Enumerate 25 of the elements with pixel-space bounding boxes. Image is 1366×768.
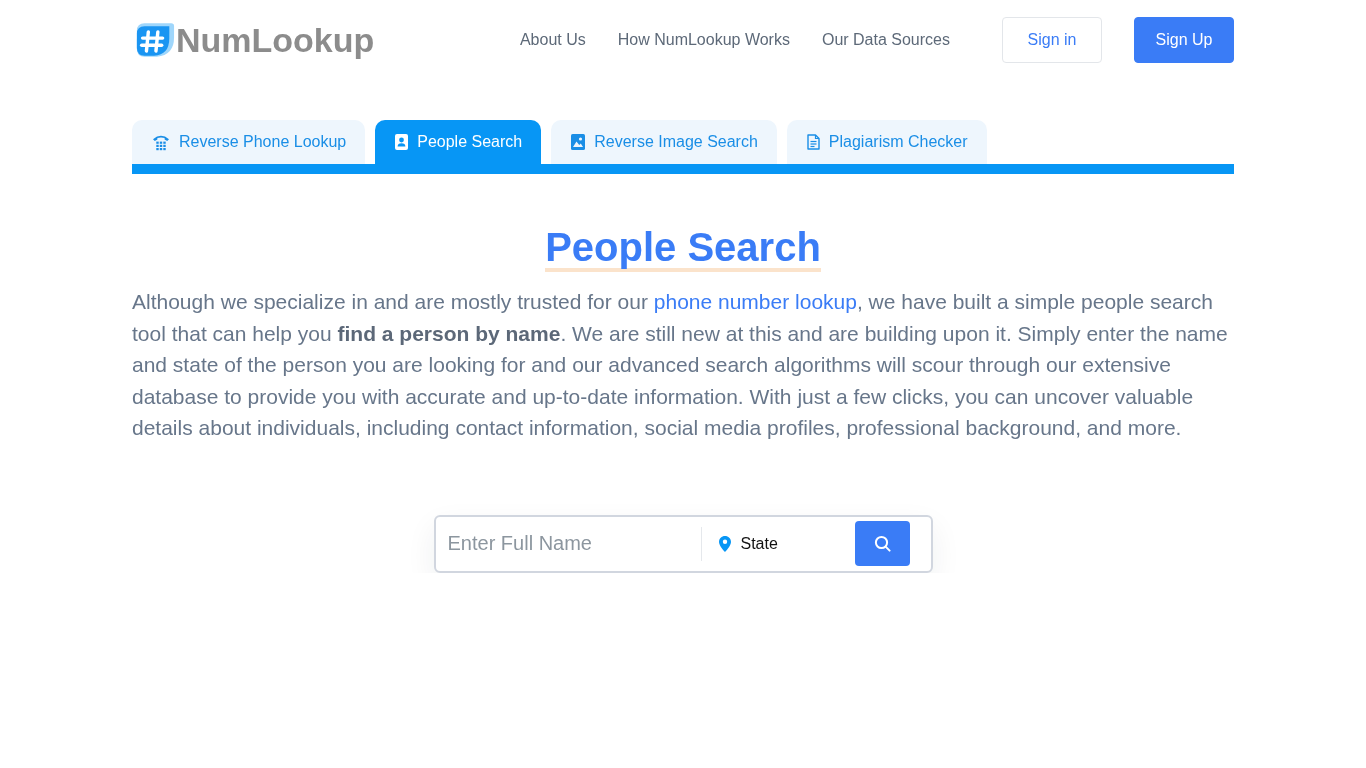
search-tab[interactable]: People Search — [375, 120, 542, 164]
page-heading: People Search — [545, 226, 821, 272]
name-input-field[interactable]: Enter Full Name — [435, 521, 701, 566]
state-select[interactable]: State — [730, 521, 855, 566]
search-tab[interactable]: Reverse Phone Lookup — [132, 120, 366, 164]
nav-link[interactable]: How NumLookup Works — [617, 28, 790, 52]
logo-text: NumLookup — [176, 23, 375, 57]
search-button[interactable] — [854, 521, 910, 567]
location-pin-icon — [718, 535, 731, 552]
search-icon — [873, 535, 891, 553]
image-icon — [571, 134, 586, 150]
sign-up-button[interactable]: Sign Up — [1134, 17, 1234, 63]
sign-in-button[interactable]: Sign in — [1002, 17, 1102, 63]
search-tab[interactable]: Plagiarism Checker — [786, 120, 987, 164]
document-icon — [806, 134, 820, 150]
phone-lookup-link[interactable]: phone number lookup — [653, 290, 857, 313]
intro-paragraph: Although we specialize in and are mostly trusted for our phone number lookup, we have built a simple people search tool that can help you find a person by name. We are still new at this and are building upon it. Simply enter the name and state of the person you are looking for and our advanced search algorithms will scour through our extensive database to provide you with accurate and up-to-date information. With just a few clicks, you can uncover valuable details about individuals, including contact information, social media profiles, professional background, and more. — [132, 289, 1229, 442]
hash-logo-icon — [135, 21, 175, 59]
logo-link[interactable]: NumLookup — [135, 21, 375, 59]
nav-link[interactable]: Our Data Sources — [821, 28, 950, 52]
search-form[interactable]: Enter Full Name State — [433, 514, 933, 573]
search-tab[interactable]: Reverse Image Search — [551, 120, 777, 164]
nav-link[interactable]: About Us — [519, 28, 586, 52]
phone-icon — [152, 133, 170, 151]
contact-card-icon — [395, 134, 409, 150]
